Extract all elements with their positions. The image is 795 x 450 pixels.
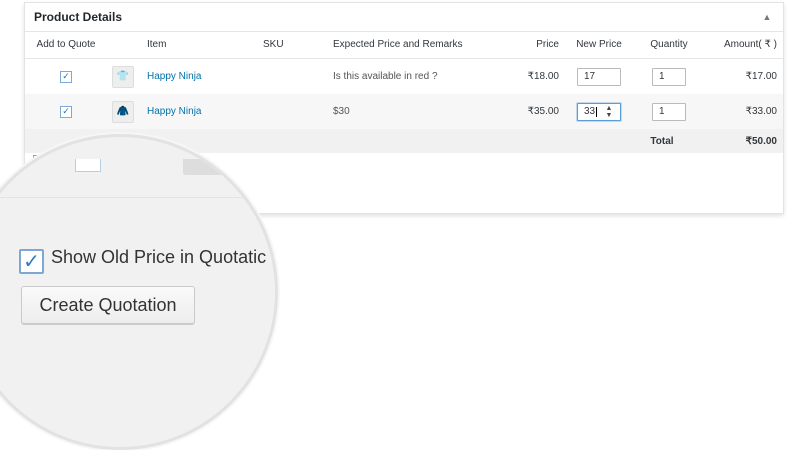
quantity-value: 1	[659, 71, 665, 82]
amount-value: ₹17.00	[745, 71, 777, 82]
create-quotation-button[interactable]: Create Quotation	[21, 286, 195, 324]
panel-title: Product Details	[34, 10, 123, 24]
table-row: ✓ 👕 Happy Ninja Is this available in red…	[25, 59, 783, 94]
header-new-price: New Price	[576, 39, 622, 50]
magnified-input-fragment	[75, 159, 101, 172]
price-value: ₹18.00	[527, 71, 559, 82]
tshirt-thumbnail-icon: 👕	[112, 65, 134, 88]
number-stepper-icon[interactable]: ▲ ▼	[604, 105, 614, 119]
header-sku: SKU	[263, 39, 284, 50]
header-expected-price: Expected Price and Remarks	[333, 39, 463, 50]
collapse-triangle-icon[interactable]: ▲	[760, 10, 774, 24]
table-header-row: Add to Quote Item SKU Expected Price and…	[25, 31, 783, 59]
new-price-input[interactable]: 17	[577, 67, 621, 86]
magnified-divider	[0, 197, 275, 198]
new-price-input[interactable]: 33 ▲ ▼	[577, 102, 621, 121]
add-to-quote-checkbox[interactable]: ✓	[60, 70, 72, 83]
header-add-to-quote: Add to Quote	[36, 39, 96, 50]
new-price-value: 17	[584, 71, 596, 82]
text-caret	[596, 106, 598, 117]
item-link[interactable]: Happy Ninja	[147, 106, 201, 117]
remarks-text: Is this available in red ?	[333, 71, 438, 82]
header-item: Item	[147, 39, 167, 50]
header-amount: Amount( ₹ )	[723, 39, 777, 50]
new-price-value: 33	[584, 106, 596, 117]
table-row: ✓ 🧥 Happy Ninja $30 ₹35.00 33 ▲ ▼ 1 ₹33.0…	[25, 94, 783, 129]
quantity-input[interactable]: 1	[652, 67, 686, 86]
quantity-input[interactable]: 1	[652, 102, 686, 121]
show-old-price-label: Show Old Price in Quotatic	[51, 247, 267, 267]
header-quantity: Quantity	[650, 39, 688, 50]
total-amount: ₹50.00	[745, 135, 777, 147]
header-price: Price	[536, 39, 559, 50]
panel-header[interactable]: Product Details ▲	[25, 3, 783, 32]
add-to-quote-checkbox[interactable]: ✓	[60, 105, 72, 118]
total-label: Total	[650, 135, 674, 147]
price-value: ₹35.00	[527, 106, 559, 117]
remarks-text: $30	[333, 106, 350, 117]
show-old-price-checkbox[interactable]: ✓	[19, 249, 44, 274]
magnified-thumbnail-fragment	[183, 159, 223, 175]
hoodie-thumbnail-icon: 🧥	[112, 100, 134, 123]
item-link[interactable]: Happy Ninja	[147, 71, 201, 82]
amount-value: ₹33.00	[745, 106, 777, 117]
quantity-value: 1	[659, 106, 665, 117]
